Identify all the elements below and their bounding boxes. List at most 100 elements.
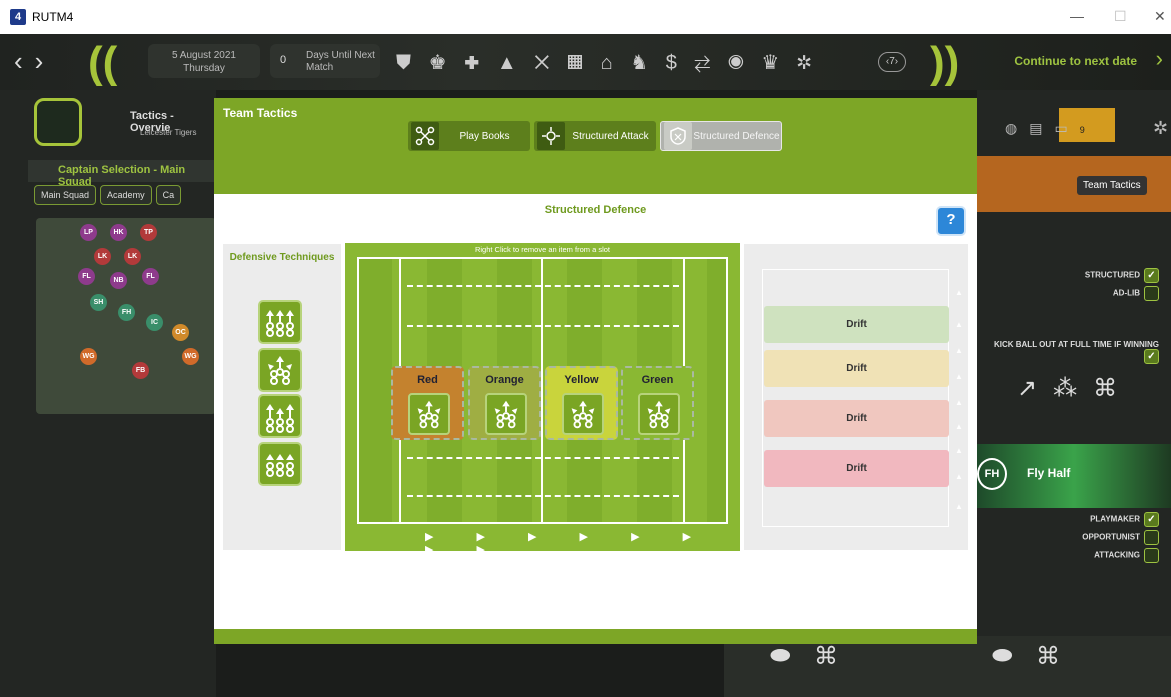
scouting-icon[interactable]: ◉ [728, 52, 750, 74]
tab-structured-attack[interactable]: Structured Attack [534, 121, 656, 151]
check-icon[interactable]: ✓ [1144, 268, 1159, 283]
move-up-icon[interactable]: ▲ [955, 346, 963, 355]
player-token[interactable]: FH [118, 304, 135, 321]
flat-defence-icon[interactable] [258, 442, 302, 486]
pitch-stripe [707, 257, 728, 524]
network-icon[interactable]: ⌘ [1036, 642, 1060, 671]
slot-orange[interactable]: Orange [468, 366, 541, 440]
club-shield-icon[interactable]: ⛊ [396, 52, 417, 74]
defence-order-panel: Drift Drift Drift Drift ▲ ▲ ▲ ▲ ▲ ▲ ▲ ▲ … [744, 244, 968, 550]
player-token[interactable]: NB [110, 272, 127, 289]
tab-structured-defence[interactable]: Structured Defence [660, 121, 782, 151]
slot-green[interactable]: Green [621, 366, 694, 440]
toggle-adlib[interactable]: AD-LIB [1113, 286, 1159, 301]
tactics-icon[interactable]: ✕ [534, 52, 555, 74]
cog-icon[interactable]: ✲ [1153, 118, 1168, 139]
unchecked-box-icon[interactable] [1144, 286, 1159, 301]
move-up-icon[interactable]: ▲ [955, 398, 963, 407]
drift-defence-icon[interactable] [408, 393, 450, 435]
kick-pass-icon[interactable]: ↗ [1017, 375, 1053, 402]
trait-opportunist[interactable]: OPPORTUNIST [1082, 530, 1159, 545]
move-up-icon[interactable]: ▲ [955, 446, 963, 455]
players-icon[interactable]: ♚ [429, 52, 453, 74]
player-token[interactable]: HK [110, 224, 127, 241]
back-arrow-icon[interactable]: ‹ [14, 46, 35, 76]
minimize-button[interactable]: — [1070, 8, 1084, 24]
forward-arrow-icon[interactable]: › [35, 46, 56, 76]
chevron-decor-icon: (( [88, 38, 118, 87]
drift-defence-icon[interactable] [485, 393, 527, 435]
formation-icon[interactable]: ⁂ [1053, 375, 1093, 402]
player-token[interactable]: TP [140, 224, 157, 241]
settings-icon[interactable]: ✲ [797, 52, 817, 74]
maximize-button[interactable]: ☐ [1114, 8, 1127, 25]
player-token[interactable]: FL [142, 268, 159, 285]
toggle-kick-out[interactable]: KICK BALL OUT AT FULL TIME IF WINNING✓ [977, 340, 1159, 364]
trait-playmaker[interactable]: PLAYMAKER ✓ [1090, 512, 1159, 527]
drift-defence-icon[interactable] [562, 393, 604, 435]
player-token[interactable]: LP [80, 224, 97, 241]
staff-icon[interactable]: ♞ [630, 52, 654, 74]
continue-arrow-icon[interactable]: › [1156, 46, 1163, 72]
transfers-icon[interactable]: ⇄ [694, 52, 716, 74]
drift-defence-icon[interactable] [638, 393, 680, 435]
player-token[interactable]: OC [172, 324, 189, 341]
slot-red[interactable]: Red [391, 366, 464, 440]
training-cone-icon[interactable]: ▲ [497, 52, 523, 74]
unchecked-box-icon[interactable] [1144, 548, 1159, 563]
window-title: RUTM4 [32, 10, 74, 24]
rush-defence-icon[interactable] [258, 300, 302, 344]
clipboard-icon[interactable]: ▤ [1029, 120, 1054, 136]
calendar-icon[interactable]: ▦ [567, 52, 589, 74]
team-tactics-button[interactable]: Team Tactics [1077, 176, 1147, 195]
move-up-icon[interactable]: ▲ [955, 422, 963, 431]
tab-main-squad[interactable]: Main Squad [34, 185, 97, 205]
toggle-label: KICK BALL OUT AT FULL TIME IF WINNING [993, 340, 1159, 349]
trophy-icon[interactable]: ♛ [761, 52, 785, 74]
check-icon[interactable]: ✓ [1144, 349, 1159, 364]
rugby-ball-icon[interactable]: ⬬ [992, 642, 1013, 670]
player-token[interactable]: LK [94, 248, 111, 265]
blitz-defence-icon[interactable] [258, 394, 302, 438]
network-icon[interactable]: ⌘ [814, 642, 838, 671]
tab-academy[interactable]: Academy [100, 185, 152, 205]
check-icon[interactable]: ✓ [1144, 512, 1159, 527]
tab-captains[interactable]: Ca [155, 185, 182, 205]
pitch-field: Red Orange Yellow Green [357, 257, 728, 524]
player-token[interactable]: FB [132, 362, 149, 379]
player-token[interactable]: LK [124, 248, 141, 265]
tab-play-books[interactable]: Play Books [408, 121, 530, 151]
drift-row[interactable]: Drift [764, 400, 949, 437]
player-token[interactable]: WG [182, 348, 199, 365]
drift-defence-icon[interactable] [258, 348, 302, 392]
medical-icon[interactable]: ✚ [464, 52, 485, 74]
player-token[interactable]: SH [90, 294, 107, 311]
finance-icon[interactable]: $ [666, 52, 683, 74]
move-up-icon[interactable]: ▲ [955, 372, 963, 381]
globe-icon[interactable]: ◍ [1005, 120, 1029, 136]
unchecked-box-icon[interactable] [1144, 530, 1159, 545]
toggle-structured[interactable]: STRUCTURED ✓ [1085, 268, 1159, 283]
help-button[interactable]: ? [936, 206, 966, 236]
drift-row[interactable]: Drift [764, 450, 949, 487]
move-up-icon[interactable]: ▲ [955, 502, 963, 511]
drift-row[interactable]: Drift [764, 306, 949, 343]
close-button[interactable]: ✕ [1154, 8, 1166, 25]
move-up-icon[interactable]: ▲ [955, 288, 963, 297]
rugby-ball-icon[interactable]: ⬬ [770, 642, 791, 670]
trait-attacking[interactable]: ATTACKING [1094, 548, 1159, 563]
player-token[interactable]: WG [80, 348, 97, 365]
trait-label: ATTACKING [1094, 550, 1140, 560]
round-indicator[interactable]: ‹7› [878, 52, 906, 72]
player-token[interactable]: FL [78, 268, 95, 285]
inbox-icon[interactable]: ▭ [1054, 120, 1079, 136]
home-icon[interactable]: ⌂ [601, 52, 619, 74]
current-date: 5 August 2021 [172, 50, 236, 61]
drift-row[interactable]: Drift [764, 350, 949, 387]
move-up-icon[interactable]: ▲ [955, 472, 963, 481]
network-icon[interactable]: ⌘ [1093, 375, 1133, 402]
slot-yellow[interactable]: Yellow [545, 366, 618, 440]
continue-button[interactable]: Continue to next date [1014, 54, 1137, 68]
player-token[interactable]: IC [146, 314, 163, 331]
move-up-icon[interactable]: ▲ [955, 320, 963, 329]
